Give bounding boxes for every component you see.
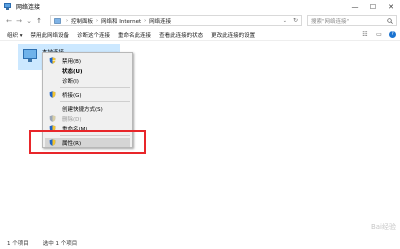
menu-item-label: 禁用(B) (62, 58, 82, 65)
network-connections-icon (3, 2, 12, 11)
window-title: 网络连接 (16, 4, 41, 11)
disable-device-button[interactable]: 禁用此网络设备 (31, 31, 70, 39)
breadcrumb-network-connections[interactable]: 网络连接 (149, 17, 171, 25)
selected-count: 选中 1 个项目 (42, 240, 78, 247)
breadcrumb-network-internet[interactable]: 网络和 Internet (101, 17, 141, 25)
breadcrumb-control-panel[interactable]: 控制面板 (71, 17, 93, 25)
uac-shield-icon (49, 57, 56, 64)
network-adapter-icon (22, 48, 38, 64)
menu-item-label: 删除(D) (62, 116, 82, 123)
menu-item-label: 诊断(I) (62, 78, 79, 85)
breadcrumb-separator: › (144, 17, 147, 24)
uac-shield-icon (49, 91, 56, 98)
uac-shield-icon (49, 115, 56, 122)
change-settings-button[interactable]: 更改此连接的设置 (211, 31, 255, 39)
menu-item-delete: 删除(D) (43, 114, 132, 123)
command-bar: 组织 ▾ 禁用此网络设备 诊断这个连接 重命名此连接 查看此连接的状态 更改此连… (0, 29, 400, 41)
menu-item-label: 状态(U) (62, 68, 83, 75)
status-bar: 1 个项目 选中 1 个项目 (0, 236, 400, 249)
organize-menu[interactable]: 组织 ▾ (7, 31, 23, 39)
address-bar[interactable]: › 控制面板 › 网络和 Internet › 网络连接 ⌄ ↻ (50, 15, 302, 26)
address-row: ← → ⌄ ↑ › 控制面板 › 网络和 Internet › 网络连接 ⌄ ↻… (0, 13, 400, 28)
breadcrumb-separator: › (96, 17, 99, 24)
maximize-button[interactable]: ☐ (364, 0, 382, 13)
up-button[interactable]: ↑ (34, 17, 44, 25)
view-options-icon[interactable]: ☷ (361, 31, 369, 38)
diagnose-connection-button[interactable]: 诊断这个连接 (77, 31, 110, 39)
watermark: Bai经验 (370, 223, 396, 231)
title-bar: 网络连接 — ☐ ✕ (0, 0, 400, 13)
minimize-button[interactable]: — (346, 0, 364, 13)
menu-item-diagnose[interactable]: 诊断(I) (43, 76, 132, 85)
menu-item-label: 创建快捷方式(S) (62, 106, 103, 113)
menu-item-disable[interactable]: 禁用(B) (43, 56, 132, 65)
preview-pane-icon[interactable]: ▭ (375, 31, 383, 38)
forward-button[interactable]: → (14, 17, 24, 25)
breadcrumb-separator: › (66, 17, 68, 24)
rename-connection-button[interactable]: 重命名此连接 (118, 31, 151, 39)
search-icon[interactable] (387, 18, 393, 24)
close-button[interactable]: ✕ (382, 0, 400, 13)
menu-item-bridge[interactable]: 桥接(G) (43, 90, 132, 99)
back-button[interactable]: ← (4, 17, 14, 25)
recent-locations-button[interactable]: ⌄ (24, 17, 34, 25)
menu-item-create-shortcut[interactable]: 创建快捷方式(S) (43, 104, 132, 113)
menu-separator (60, 87, 130, 88)
search-placeholder: 搜索"网络连接" (311, 18, 350, 25)
annotation-highlight-box (29, 130, 146, 154)
item-count: 1 个项目 (7, 240, 29, 247)
menu-item-status[interactable]: 状态(U) (43, 66, 132, 75)
help-icon[interactable]: ? (389, 31, 396, 38)
control-panel-icon (54, 17, 61, 24)
refresh-icon[interactable]: ↻ (293, 17, 298, 24)
address-dropdown-icon[interactable]: ⌄ (283, 18, 287, 24)
menu-item-label: 桥接(G) (62, 92, 82, 99)
view-status-button[interactable]: 查看此连接的状态 (159, 31, 203, 39)
menu-separator (60, 101, 130, 102)
search-input[interactable]: 搜索"网络连接" (307, 15, 397, 26)
